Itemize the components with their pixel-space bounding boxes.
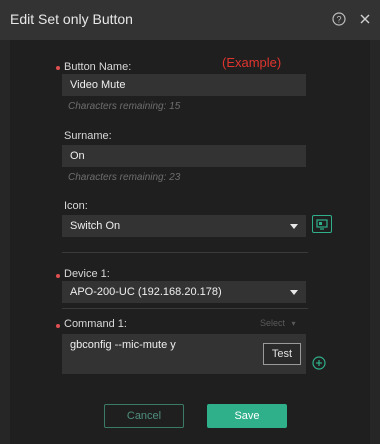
chevron-down-icon	[290, 290, 298, 295]
button-name-label: Button Name:	[64, 61, 132, 73]
dialog-titlebar: Edit Set only Button ?	[0, 0, 380, 40]
section-divider	[62, 308, 308, 309]
chevron-down-icon	[290, 224, 298, 229]
command1-label: Command 1:	[64, 318, 127, 330]
monitor-preview-icon[interactable]	[312, 215, 332, 233]
cancel-button[interactable]: Cancel	[104, 404, 184, 428]
device1-label: Device 1:	[64, 268, 110, 280]
command-preset-select: Select ▾	[252, 316, 306, 330]
surname-hint: Characters remaining: 23	[68, 172, 181, 183]
surname-label: Surname:	[64, 130, 112, 142]
command-preset-select-label: Select	[260, 318, 286, 328]
svg-text:?: ?	[336, 14, 341, 24]
section-divider	[62, 252, 308, 253]
chevron-down-icon: ▾	[291, 319, 296, 328]
plus-circle-icon[interactable]	[312, 356, 326, 370]
edit-button-dialog: Edit Set only Button ? Button Name: (Exa…	[0, 0, 380, 444]
surname-input[interactable]: On	[62, 145, 306, 167]
test-button[interactable]: Test	[263, 343, 301, 365]
close-icon[interactable]	[358, 12, 372, 26]
device1-select[interactable]: APO-200-UC (192.168.20.178)	[62, 281, 306, 303]
device1-select-value: APO-200-UC (192.168.20.178)	[70, 286, 222, 298]
dialog-body	[10, 40, 370, 444]
example-annotation: (Example)	[222, 55, 282, 70]
icon-select-value: Switch On	[70, 220, 121, 232]
dialog-title: Edit Set only Button	[10, 11, 133, 27]
save-button[interactable]: Save	[207, 404, 287, 428]
button-name-hint: Characters remaining: 15	[68, 101, 181, 112]
required-marker	[56, 274, 60, 278]
help-icon[interactable]: ?	[332, 12, 346, 26]
icon-label: Icon:	[64, 200, 88, 212]
required-marker	[56, 324, 60, 328]
button-name-input[interactable]: Video Mute	[62, 74, 306, 96]
required-marker	[56, 66, 60, 70]
command1-value: gbconfig --mic-mute y	[70, 339, 176, 351]
icon-select[interactable]: Switch On	[62, 215, 306, 237]
